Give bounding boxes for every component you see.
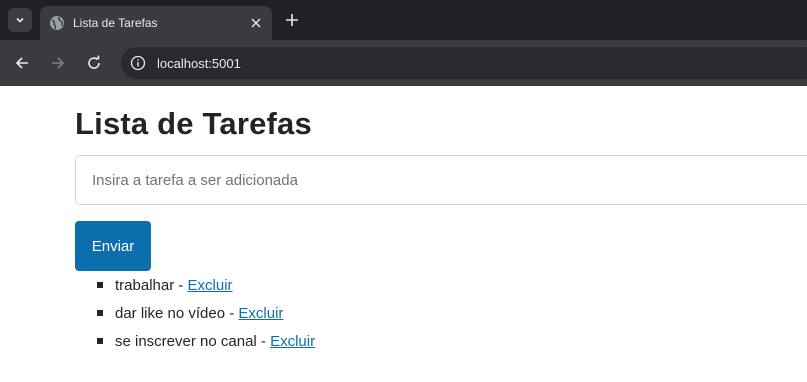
task-text: trabalhar	[115, 277, 175, 294]
list-item: dar like no vídeo - Excluir	[97, 300, 315, 328]
task-list: trabalhar - Excluir dar like no vídeo - …	[97, 272, 315, 356]
forward-button[interactable]	[46, 51, 70, 75]
separator: -	[178, 277, 184, 294]
chevron-down-icon	[16, 17, 24, 23]
delete-link[interactable]: Excluir	[188, 277, 233, 294]
task-text: se inscrever no canal	[115, 333, 257, 350]
info-icon[interactable]	[130, 55, 146, 71]
tab-search-button[interactable]	[8, 8, 32, 32]
address-bar[interactable]: localhost:5001	[121, 47, 807, 79]
globe-icon	[49, 15, 65, 31]
submit-button[interactable]: Enviar	[75, 221, 151, 271]
delete-link[interactable]: Excluir	[270, 333, 315, 350]
delete-link[interactable]: Excluir	[238, 305, 283, 322]
arrow-right-icon	[52, 57, 65, 69]
reload-button[interactable]	[82, 51, 106, 75]
arrow-left-icon	[15, 57, 28, 69]
separator: -	[229, 305, 235, 322]
browser-tab-bar: Lista de Tarefas	[0, 0, 807, 40]
reload-icon	[88, 55, 100, 69]
task-input[interactable]	[75, 155, 807, 205]
list-item: se inscrever no canal - Excluir	[97, 328, 315, 356]
back-button[interactable]	[10, 51, 34, 75]
new-tab-button[interactable]	[280, 8, 304, 32]
tab-title: Lista de Tarefas	[73, 16, 158, 30]
separator: -	[260, 333, 266, 350]
close-icon[interactable]	[246, 13, 266, 33]
bullet-icon	[97, 338, 103, 344]
plus-icon	[286, 14, 298, 26]
url-text: localhost:5001	[157, 55, 241, 71]
browser-toolbar: localhost:5001	[0, 40, 807, 86]
bullet-icon	[97, 310, 103, 316]
task-text: dar like no vídeo	[115, 305, 226, 322]
bullet-icon	[97, 282, 103, 288]
page-title: Lista de Tarefas	[75, 106, 312, 141]
browser-tab[interactable]: Lista de Tarefas	[40, 6, 272, 40]
list-item: trabalhar - Excluir	[97, 272, 315, 300]
